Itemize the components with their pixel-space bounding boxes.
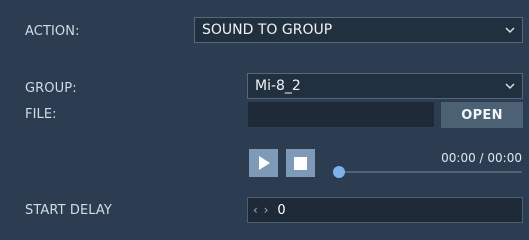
open-button[interactable]: OPEN [441, 102, 523, 128]
playback-track[interactable] [337, 171, 522, 173]
action-select[interactable]: SOUND TO GROUP [194, 17, 523, 43]
file-path-field[interactable] [247, 101, 435, 128]
play-icon [258, 156, 270, 170]
group-select-value: Mi-8_2 [255, 78, 301, 94]
stop-icon [294, 156, 307, 170]
start-delay-value: 0 [277, 202, 286, 218]
start-delay-field[interactable]: ‹ › 0 [247, 197, 523, 223]
chevron-down-icon [505, 27, 515, 34]
play-button[interactable] [249, 149, 278, 177]
group-label: GROUP: [25, 81, 77, 96]
stop-button[interactable] [286, 149, 315, 177]
start-delay-label: START DELAY [25, 203, 112, 218]
group-select[interactable]: Mi-8_2 [247, 73, 523, 99]
left-right-arrows-icon[interactable]: ‹ › [253, 203, 269, 217]
action-select-value: SOUND TO GROUP [202, 22, 333, 38]
chevron-down-icon [505, 83, 515, 90]
playback-slider-knob[interactable] [333, 166, 345, 178]
time-readout: 00:00 / 00:00 [441, 151, 522, 165]
file-label: FILE: [25, 107, 57, 122]
action-label: ACTION: [25, 24, 80, 39]
